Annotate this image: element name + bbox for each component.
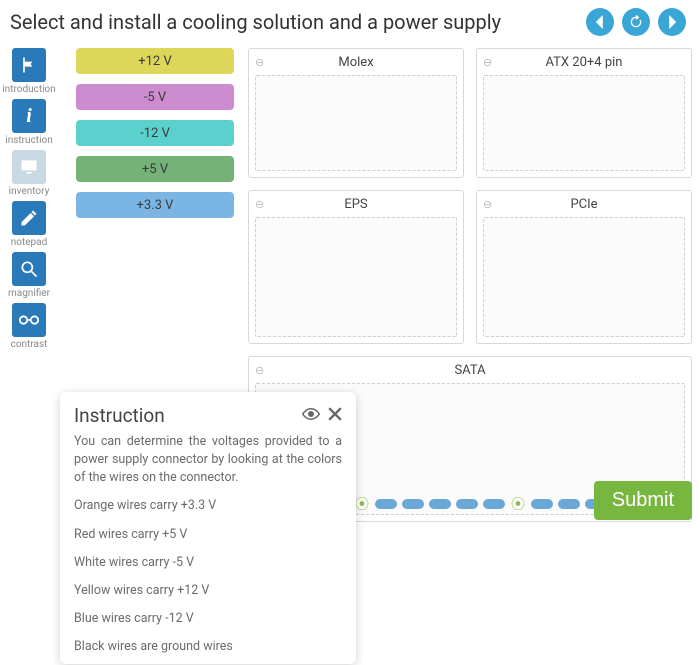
drop-box-eps[interactable]: ⊖ EPS [248,190,464,344]
drop-title: SATA [255,363,685,378]
instruction-line: Red wires carry +5 V [74,526,342,544]
progress-segment[interactable] [531,499,553,509]
instruction-heading: Instruction [74,404,165,427]
sidebar-item-label: notepad [11,237,48,248]
voltage-chip-plus5[interactable]: +5 V [76,156,234,182]
instruction-body: You can determine the voltages provided … [74,433,342,664]
voltage-chip-plus33[interactable]: +3.3 V [76,192,234,218]
drop-title: ATX 20+4 pin [483,55,685,70]
sidebar-item-contrast[interactable]: contrast [6,303,52,350]
drop-body[interactable] [255,217,457,337]
sidebar-item-label: contrast [11,339,48,350]
nav-buttons [586,8,686,36]
progress-segment[interactable] [429,499,451,509]
submit-button[interactable]: Submit [594,481,692,520]
refresh-button[interactable] [622,8,650,36]
progress-bar: ⦿ ⦿ [355,494,607,514]
drop-body[interactable] [483,217,685,337]
instruction-line: Blue wires carry -12 V [74,610,342,628]
sidebar-item-instruction[interactable]: i instruction [6,99,52,146]
voltage-column: +12 V -5 V -12 V +5 V +3.3 V [76,48,234,218]
sidebar-item-inventory[interactable]: inventory [6,150,52,197]
instruction-line: Black wires are ground wires [74,638,342,656]
sidebar-item-notepad[interactable]: notepad [6,201,52,248]
drop-body[interactable] [483,75,685,171]
eye-icon[interactable] [302,407,320,425]
instruction-intro: You can determine the voltages provided … [74,433,342,487]
instruction-line: Yellow wires carry +12 V [74,582,342,600]
progress-segment[interactable] [558,499,580,509]
glasses-icon [12,303,46,337]
magnifier-icon [12,252,46,286]
voltage-chip-plus12[interactable]: +12 V [76,48,234,74]
drop-body[interactable] [255,75,457,171]
instruction-line: White wires carry -5 V [74,554,342,572]
instruction-line: Orange wires carry +3.3 V [74,497,342,515]
drop-box-molex[interactable]: ⊖ Molex [248,48,464,178]
drop-title: Molex [255,55,457,70]
arrow-right-icon [665,15,679,29]
progress-segment[interactable] [402,499,424,509]
flag-icon [12,48,46,82]
info-icon: i [12,99,46,133]
instruction-panel: Instruction You can determine the voltag… [60,392,356,664]
progress-segment[interactable] [375,499,397,509]
page-title: Select and install a cooling solution an… [10,10,501,34]
sidebar-item-label: inventory [9,186,50,197]
next-button[interactable] [658,8,686,36]
arrow-left-icon [593,15,607,29]
sidebar: introduction i instruction inventory not… [0,48,58,350]
sidebar-item-label: introduction [2,84,56,95]
sidebar-item-label: magnifier [8,288,50,299]
pencil-icon [12,201,46,235]
magnify-left-icon[interactable]: ⦿ [355,494,369,514]
drop-title: EPS [255,197,457,212]
prev-button[interactable] [586,8,614,36]
close-icon[interactable] [328,407,342,425]
sidebar-item-label: instruction [5,135,52,146]
drop-title: PCIe [483,197,685,212]
refresh-icon [628,14,644,30]
header: Select and install a cooling solution an… [0,0,700,42]
drop-box-pcie[interactable]: ⊖ PCIe [476,190,692,344]
monitor-icon [12,150,46,184]
progress-segment[interactable] [483,499,505,509]
progress-segment[interactable] [456,499,478,509]
magnify-right-icon[interactable]: ⦿ [511,494,525,514]
sidebar-item-magnifier[interactable]: magnifier [6,252,52,299]
sidebar-item-introduction[interactable]: introduction [6,48,52,95]
voltage-chip-minus12[interactable]: -12 V [76,120,234,146]
voltage-chip-minus5[interactable]: -5 V [76,84,234,110]
drop-box-atx[interactable]: ⊖ ATX 20+4 pin [476,48,692,178]
